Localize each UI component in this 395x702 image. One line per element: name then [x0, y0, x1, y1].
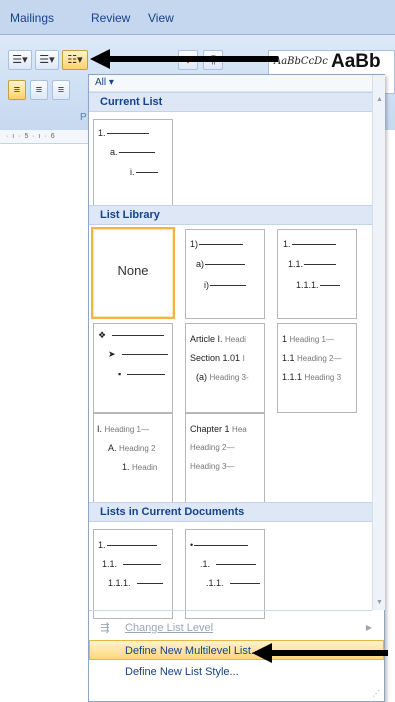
align-right-button[interactable]: ≡	[52, 80, 70, 100]
list-level-2: .1.	[200, 559, 257, 569]
list-level-2: a.	[110, 147, 155, 157]
section-lists-in-current-documents: Lists in Current Documents	[89, 502, 372, 522]
section-list-library: List Library	[89, 205, 372, 225]
list-level-2: 1.1 Heading 2—	[282, 353, 342, 363]
scroll-up-icon[interactable]: ▲	[373, 94, 386, 106]
horizontal-ruler[interactable]: · ı · 5 · ı · 6	[0, 130, 90, 144]
list-level-2: 1.1.	[102, 559, 162, 569]
list-level-1: 1.	[98, 540, 157, 550]
list-level-1: 1)	[190, 239, 244, 249]
resize-grip-icon[interactable]: ⋰	[372, 689, 380, 698]
filter-all-dropdown[interactable]: All ▾	[95, 77, 114, 88]
filter-bar: All ▾	[89, 75, 372, 92]
none-label: None	[117, 263, 149, 278]
list-level-1: 1 Heading 1—	[282, 334, 335, 344]
section-current-list: Current List	[89, 92, 372, 112]
center-button[interactable]: ≡	[30, 80, 48, 100]
paragraph-group-label: P	[80, 112, 87, 123]
list-level-2: ➤	[108, 349, 168, 360]
list-parens-thumbnail[interactable]: 1) a) i)	[185, 229, 265, 319]
list-level-2: A. Heading 2	[108, 443, 156, 453]
list-level-1: •	[190, 540, 249, 550]
define-new-list-style-menu-item[interactable]: Define New List Style...	[89, 662, 384, 682]
tab-view[interactable]: View	[148, 11, 174, 25]
list-none-thumbnail[interactable]: None	[91, 227, 175, 319]
list-heading-numbered-thumbnail[interactable]: 1 Heading 1— 1.1 Heading 2— 1.1.1 Headin…	[277, 323, 357, 413]
submenu-arrow-icon: ▶	[365, 623, 372, 632]
multilevel-list-button[interactable]: ☷▾	[62, 50, 88, 70]
current-doc-bullet-thumbnail[interactable]: • .1. .1.1.	[185, 529, 265, 619]
list-article-section-thumbnail[interactable]: Article I. Headi Section 1.01 I (a) Head…	[185, 323, 265, 413]
list-level-3: i)	[204, 280, 246, 290]
list-level-2: a)	[196, 259, 246, 269]
menu-divider	[89, 610, 372, 611]
current-doc-decimal-thumbnail[interactable]: 1. 1.1. 1.1.1.	[93, 529, 173, 619]
list-level-3: (a) Heading 3-	[196, 372, 249, 382]
list-level-2: Section 1.01 I	[190, 353, 245, 363]
list-decimal-thumbnail[interactable]: 1. 1.1. 1.1.1.	[277, 229, 357, 319]
multilevel-list-dropdown: All ▾ ▲ ▼ Current List 1. a. i. List Lib…	[88, 74, 385, 702]
list-level-3: Heading 3—	[190, 462, 235, 471]
list-level-2: 1.1.	[288, 259, 337, 269]
numbering-button[interactable]: ☰▾	[35, 50, 59, 70]
style-sample-normal[interactable]: AaBbCcDc	[274, 56, 328, 67]
list-level-1: I. Heading 1—	[97, 424, 150, 434]
dropdown-scrollbar[interactable]: ▲ ▼	[372, 75, 385, 610]
list-level-3: 1.1.1.	[296, 280, 340, 290]
list-level-3: ▪	[118, 369, 166, 379]
scroll-down-icon[interactable]: ▼	[373, 597, 386, 609]
align-left-button[interactable]: ≡	[8, 80, 26, 100]
list-level-2: Heading 2—	[190, 443, 235, 452]
tab-review[interactable]: Review	[91, 11, 130, 25]
list-level-3: .1.1.	[206, 578, 260, 588]
list-level-1: Article I. Headi	[190, 334, 246, 344]
bullets-button[interactable]: ☰▾	[8, 50, 32, 70]
list-level-1: 1.	[283, 239, 336, 249]
list-level-1: 1.	[98, 128, 149, 138]
list-level-3: 1.1.1 Heading 3	[282, 372, 342, 382]
ribbon-tab-bar: Mailings Review View	[0, 0, 395, 34]
list-level-1: Chapter 1 Hea	[190, 424, 247, 434]
list-roman-heading-thumbnail[interactable]: I. Heading 1— A. Heading 2 1. Headin	[93, 413, 173, 503]
change-list-level-menu-item[interactable]: ⇶ Change List Level ▶	[89, 618, 384, 638]
list-level-1: ❖	[98, 330, 165, 341]
list-chapter-thumbnail[interactable]: Chapter 1 Hea Heading 2— Heading 3—	[185, 413, 265, 503]
tab-mailings[interactable]: Mailings	[10, 11, 54, 25]
current-list-thumbnail[interactable]: 1. a. i.	[93, 119, 173, 209]
list-level-3: 1.1.1.	[108, 578, 163, 588]
indent-icon: ⇶	[100, 622, 110, 634]
list-level-3: 1. Headin	[122, 462, 158, 472]
list-level-3: i.	[130, 167, 158, 177]
style-sample-heading[interactable]: AaBb	[331, 51, 381, 73]
list-bullets-thumbnail[interactable]: ❖ ➤ ▪	[93, 323, 173, 413]
